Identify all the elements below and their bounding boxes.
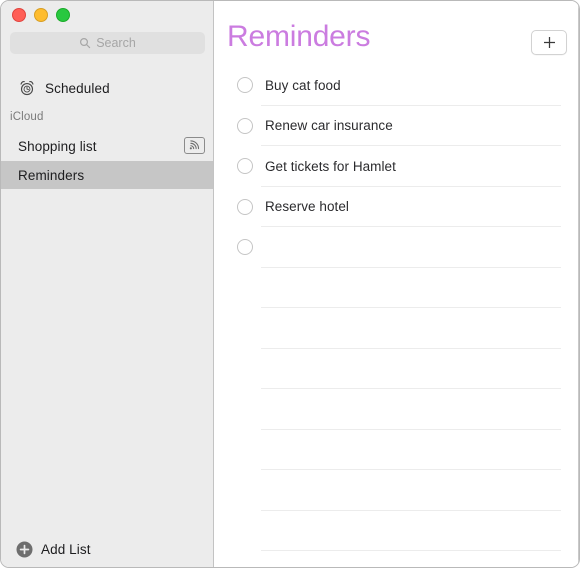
reminder-row[interactable] xyxy=(215,511,579,552)
add-list-label: Add List xyxy=(41,542,91,557)
sidebar-item-reminders[interactable]: Reminders xyxy=(1,161,213,189)
close-window-button[interactable] xyxy=(12,8,26,22)
search-input[interactable]: Search xyxy=(10,32,205,54)
reminder-title: Get tickets for Hamlet xyxy=(265,158,396,174)
window-controls xyxy=(12,8,70,22)
sidebar-item-shopping-list[interactable]: Shopping list xyxy=(1,132,213,160)
broadcast-icon xyxy=(184,137,205,154)
search-icon xyxy=(80,37,91,49)
reminder-checkbox[interactable] xyxy=(237,198,253,215)
reminder-row[interactable]: Reserve hotel xyxy=(215,187,579,228)
sidebar-item-label: Reminders xyxy=(18,167,85,183)
alarm-clock-icon xyxy=(20,80,34,96)
search-placeholder: Search xyxy=(96,35,136,50)
reminder-row[interactable] xyxy=(215,349,579,390)
reminder-row[interactable] xyxy=(215,430,579,471)
add-list-button[interactable]: Add List xyxy=(16,541,91,558)
sidebar-item-scheduled[interactable]: Scheduled xyxy=(1,74,213,102)
reminder-row[interactable] xyxy=(215,227,579,268)
reminder-title: Buy cat food xyxy=(265,77,341,93)
sidebar-item-label: Scheduled xyxy=(45,80,110,96)
reminder-row[interactable] xyxy=(215,470,579,511)
sidebar-group-header: iCloud xyxy=(10,111,44,123)
plus-icon xyxy=(543,37,555,48)
reminder-checkbox[interactable] xyxy=(237,117,253,134)
reminder-title: Reserve hotel xyxy=(265,199,349,215)
page-title: Reminders xyxy=(227,20,371,53)
reminder-checkbox[interactable] xyxy=(237,77,253,94)
minimize-window-button[interactable] xyxy=(34,8,48,22)
reminders-window: Search Scheduled iCloud Shopping list Re… xyxy=(0,0,580,568)
reminder-row[interactable] xyxy=(215,389,579,430)
add-reminder-button[interactable] xyxy=(531,30,567,55)
reminder-row[interactable]: Get tickets for Hamlet xyxy=(215,146,579,187)
reminder-checkbox[interactable] xyxy=(237,239,253,256)
reminder-row[interactable]: Buy cat food xyxy=(215,65,579,106)
reminder-row[interactable]: Renew car insurance xyxy=(215,106,579,147)
reminder-row[interactable] xyxy=(215,268,579,309)
sidebar-item-label: Shopping list xyxy=(18,138,97,154)
reminders-list: Buy cat food Renew car insurance Get ticke… xyxy=(215,65,579,567)
reminder-checkbox[interactable] xyxy=(237,158,253,175)
content-right-edge xyxy=(578,1,579,567)
main-content: Reminders Buy cat food Renew car insuranc… xyxy=(215,1,579,567)
reminder-title: Renew car insurance xyxy=(265,118,393,134)
reminder-row[interactable] xyxy=(215,308,579,349)
sidebar: Search Scheduled iCloud Shopping list Re… xyxy=(1,1,214,567)
maximize-window-button[interactable] xyxy=(56,8,70,22)
plus-circle-icon xyxy=(16,541,33,558)
